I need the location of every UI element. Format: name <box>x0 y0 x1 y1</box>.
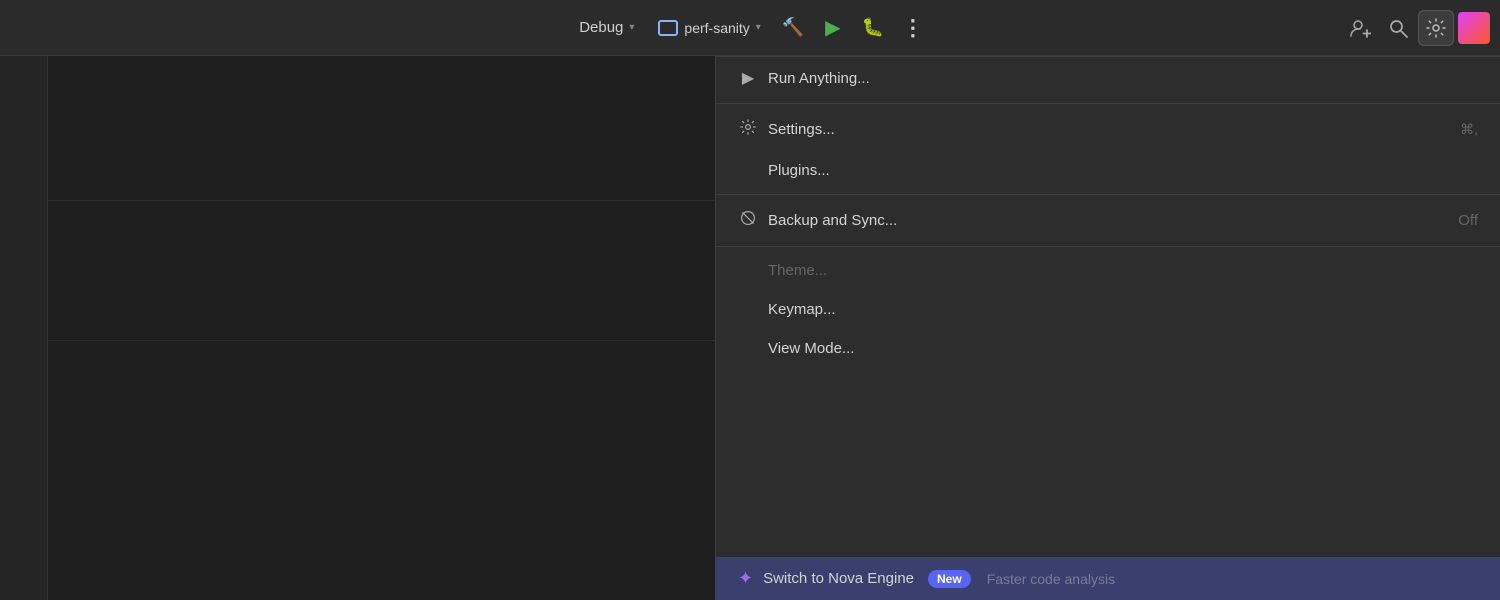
add-profile-button[interactable] <box>1342 10 1378 46</box>
project-icon <box>658 20 678 36</box>
tools-icon: 🔨 <box>782 17 804 38</box>
add-profile-icon <box>1349 17 1371 39</box>
menu-item-plugins[interactable]: Plugins... <box>716 151 1500 190</box>
settings-shortcut: ⌘, <box>1460 121 1478 138</box>
left-panel <box>0 56 715 600</box>
run-button[interactable]: ▶ <box>815 10 851 46</box>
debug-label: Debug <box>579 19 623 36</box>
nova-sparkle-icon: ✦ <box>738 568 753 589</box>
chevron-down-icon: ▾ <box>629 22 634 33</box>
project-selector-button[interactable]: perf-sanity ▾ <box>648 16 770 40</box>
run-anything-icon: ▶ <box>738 68 758 88</box>
divider-3 <box>716 246 1500 247</box>
backup-label: Backup and Sync... <box>768 212 1444 229</box>
debug-config-button[interactable]: Debug ▾ <box>569 15 644 40</box>
theme-label: Theme... <box>768 262 1478 279</box>
run-icon: ▶ <box>825 15 840 40</box>
menu-item-backup[interactable]: Backup and Sync... Off <box>716 199 1500 242</box>
topbar-center: Debug ▾ perf-sanity ▾ 🔨 ▶ 🐛 ⋮ <box>569 10 931 46</box>
debug-run-button[interactable]: 🐛 <box>855 10 891 46</box>
topbar: Debug ▾ perf-sanity ▾ 🔨 ▶ 🐛 ⋮ <box>0 0 1500 56</box>
search-button[interactable] <box>1380 10 1416 46</box>
nova-sub: Faster code analysis <box>987 571 1115 587</box>
settings-dropdown: ▶ Run Anything... Settings... ⌘, Plugins… <box>715 56 1500 600</box>
settings-menu-icon <box>738 119 758 140</box>
topbar-right <box>1342 0 1500 55</box>
divider-2 <box>716 194 1500 195</box>
divider-1 <box>716 103 1500 104</box>
menu-item-view-mode[interactable]: View Mode... <box>716 329 1500 368</box>
menu-item-theme: Theme... <box>716 251 1500 290</box>
settings-label: Settings... <box>768 121 1450 138</box>
backup-icon <box>738 210 758 231</box>
menu-item-run-anything[interactable]: ▶ Run Anything... <box>716 57 1500 99</box>
left-stripe <box>0 56 48 600</box>
more-button[interactable]: ⋮ <box>895 10 931 46</box>
menu-item-nova-engine[interactable]: ✦ Switch to Nova Engine New Faster code … <box>716 557 1500 600</box>
run-anything-label: Run Anything... <box>768 70 1478 87</box>
plugins-label: Plugins... <box>768 162 1478 179</box>
nova-label: Switch to Nova Engine <box>763 570 914 587</box>
settings-button[interactable] <box>1418 10 1454 46</box>
tools-button[interactable]: 🔨 <box>775 10 811 46</box>
keymap-label: Keymap... <box>768 301 1478 318</box>
avatar-button[interactable] <box>1456 10 1492 46</box>
more-icon: ⋮ <box>902 15 924 41</box>
menu-item-keymap[interactable]: Keymap... <box>716 290 1500 329</box>
project-label: perf-sanity <box>684 20 749 36</box>
project-chevron-icon: ▾ <box>756 22 761 33</box>
settings-icon <box>1426 18 1446 38</box>
nova-badge: New <box>928 570 971 588</box>
avatar-image <box>1458 12 1490 44</box>
view-mode-label: View Mode... <box>768 340 1478 357</box>
menu-item-settings[interactable]: Settings... ⌘, <box>716 108 1500 151</box>
debug-bug-icon: 🐛 <box>862 17 884 38</box>
avatar <box>1458 12 1490 44</box>
search-icon <box>1388 18 1408 38</box>
backup-status: Off <box>1458 212 1478 229</box>
